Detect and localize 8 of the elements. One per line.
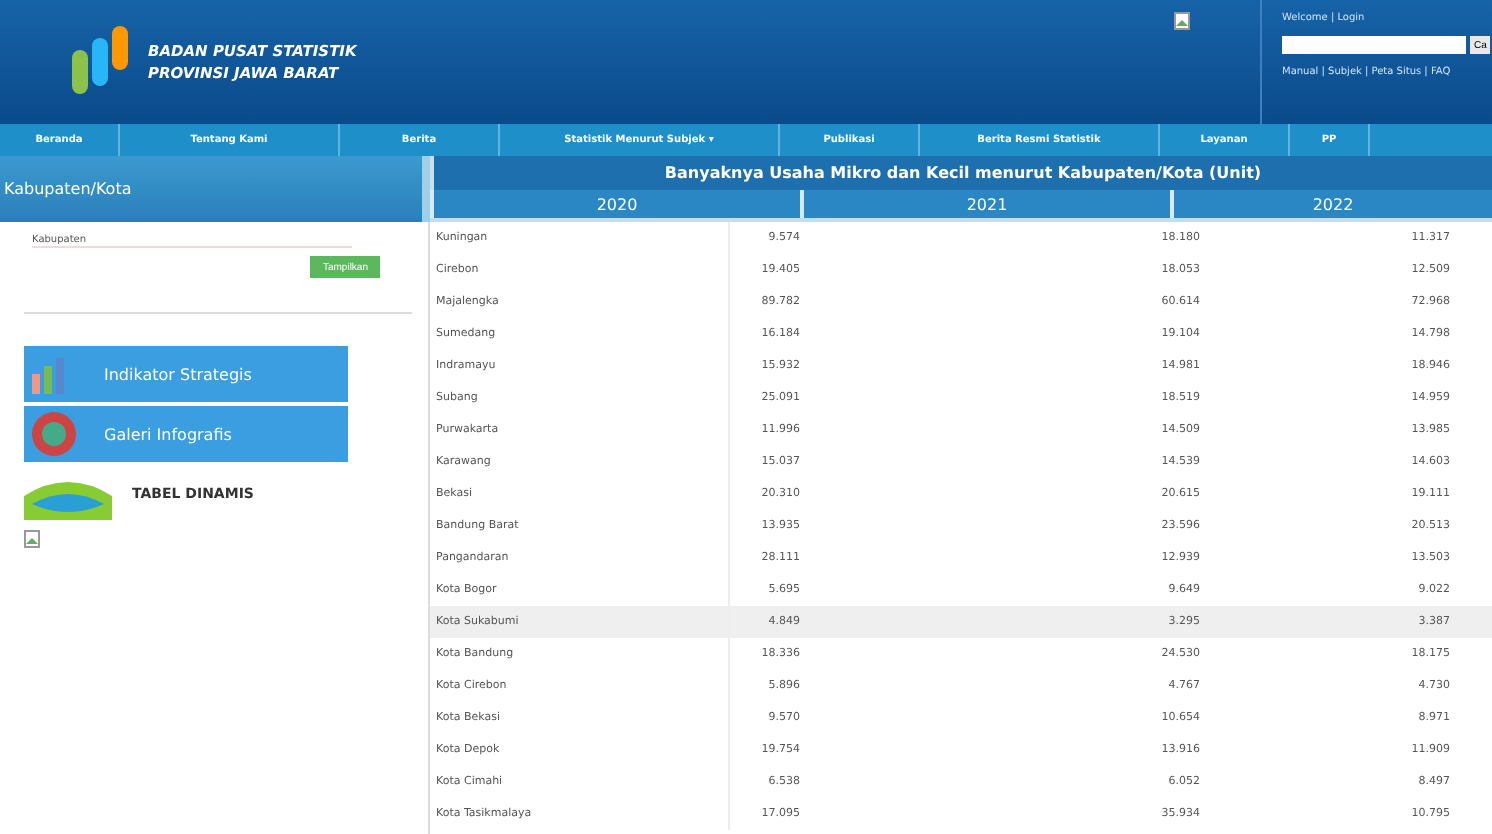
search-field[interactable] <box>1282 36 1466 54</box>
sidebar-heading: Kabupaten/Kota <box>0 156 430 222</box>
table-title: Banyaknya Usaha Mikro dan Kecil menurut Kabupaten/Kota (Unit) <box>430 156 1492 190</box>
year-heading: 2021 <box>800 190 1170 218</box>
broken-image-icon <box>24 530 40 548</box>
year-heading: 2022 <box>1170 190 1492 218</box>
broken-image-icon <box>1174 12 1190 30</box>
year-heading: 2020 <box>430 190 800 218</box>
